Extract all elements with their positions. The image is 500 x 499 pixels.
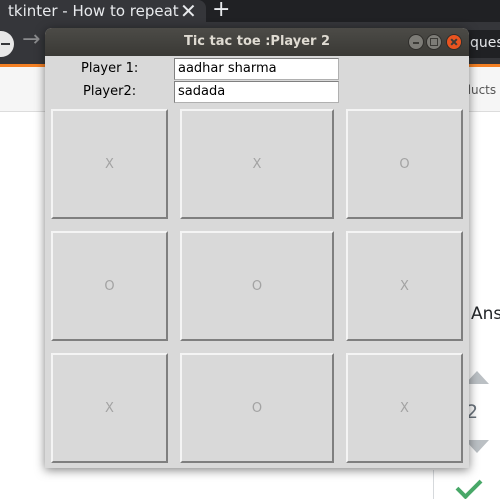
player1-name-input[interactable]: aadhar sharma xyxy=(174,58,339,80)
board-cell-2[interactable]: X xyxy=(180,109,334,219)
address-bar-text[interactable]: ques xyxy=(470,35,500,51)
minimize-icon[interactable] xyxy=(408,34,424,50)
board-cell-9[interactable]: X xyxy=(346,353,463,463)
close-window-icon[interactable] xyxy=(446,34,462,50)
answers-heading: Ans xyxy=(471,304,500,324)
divider xyxy=(433,470,434,499)
player2-name-input[interactable]: sadada xyxy=(174,81,339,103)
tic-tac-toe-window: Tic tac toe :Player 2 Player 1: aadhar s… xyxy=(45,28,469,468)
browser-tab[interactable]: tkinter - How to repeat c ✕ xyxy=(0,0,206,23)
accepted-check-icon xyxy=(455,472,483,499)
player1-label: Player 1: xyxy=(81,61,139,76)
player2-label: Player2: xyxy=(83,84,137,99)
board-cell-7[interactable]: X xyxy=(51,353,168,463)
new-tab-icon[interactable]: + xyxy=(212,0,230,22)
back-icon[interactable] xyxy=(0,31,14,57)
browser-tab-bar: tkinter - How to repeat c ✕ + xyxy=(0,0,500,23)
maximize-icon[interactable] xyxy=(426,34,442,50)
board-cell-3[interactable]: O xyxy=(346,109,463,219)
board-cell-4[interactable]: O xyxy=(51,231,168,341)
board-cell-6[interactable]: X xyxy=(346,231,463,341)
board-cell-5[interactable]: O xyxy=(180,231,334,341)
tab-title: tkinter - How to repeat c xyxy=(8,2,180,20)
window-titlebar[interactable]: Tic tac toe :Player 2 xyxy=(45,28,469,56)
window-title: Tic tac toe :Player 2 xyxy=(183,34,331,49)
board-cell-8[interactable]: O xyxy=(180,353,334,463)
board-cell-1[interactable]: X xyxy=(51,109,168,219)
forward-icon[interactable]: → xyxy=(22,27,40,52)
close-tab-icon[interactable]: ✕ xyxy=(180,0,197,23)
